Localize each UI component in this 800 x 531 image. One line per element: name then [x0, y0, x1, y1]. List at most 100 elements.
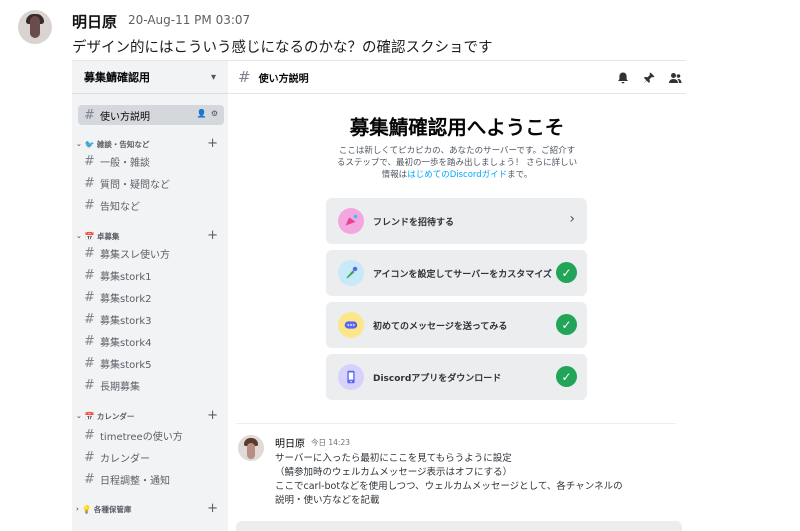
message-line: ここでcarl-botなどを使用しつつ、ウェルカムメッセージとして、各チャンネル… — [275, 481, 623, 492]
bird-icon: 🐦 — [84, 139, 95, 149]
calendar-icon: 📅 — [84, 411, 95, 421]
avatar-figure-shape — [247, 443, 255, 459]
category-header[interactable]: ⌄ 📅 卓募集 + — [76, 228, 224, 244]
server-header[interactable]: 募集鯖確認用 ▾ — [72, 61, 228, 94]
message-line: 説明・使い方などを記載 — [275, 495, 380, 506]
channel-title: 使い方説明 — [258, 73, 309, 85]
category-header[interactable]: › 💡 各種保管庫 + — [76, 501, 224, 517]
hash-icon: # — [238, 68, 251, 86]
channel-label: 募集stork5 — [100, 359, 152, 371]
channel-item[interactable]: # 一般・雑談 — [78, 151, 224, 171]
caret-down-icon: ⌄ — [76, 232, 82, 240]
add-channel-icon[interactable]: + — [207, 501, 218, 517]
add-channel-icon[interactable]: + — [207, 136, 218, 152]
outer-avatar[interactable] — [18, 10, 52, 44]
caret-right-icon: › — [76, 505, 79, 513]
add-channel-icon[interactable]: + — [207, 408, 218, 424]
hash-icon: # — [84, 311, 95, 327]
header-icons — [616, 70, 682, 84]
check-icon: ✓ — [556, 366, 577, 387]
download-app-icon — [338, 364, 364, 390]
intro-line: ここは新しくてピカピカの、あなたのサーバーです。ご紹介す — [338, 146, 576, 156]
channel-item[interactable]: # 長期募集 — [78, 375, 224, 395]
channel-item-usage[interactable]: # 使い方説明 👤 ⚙ — [78, 105, 224, 125]
channel-item[interactable]: # 募集stork1 — [78, 265, 224, 285]
welcome-title: 募集鯖確認用へようこそ — [349, 116, 565, 139]
hash-icon: # — [84, 245, 95, 261]
channel-item[interactable]: # 募集スレ使い方 — [78, 243, 224, 263]
check-icon: ✓ — [556, 262, 577, 283]
message-composer[interactable] — [236, 521, 682, 531]
channel-item[interactable]: # 募集stork5 — [78, 353, 224, 373]
category-label: 卓募集 — [96, 231, 120, 241]
customize-server-icon — [338, 260, 364, 286]
chevron-down-icon[interactable]: ▾ — [211, 72, 216, 83]
divider — [236, 423, 676, 424]
check-icon: ✓ — [556, 314, 577, 335]
card-label: フレンドを招待する — [373, 217, 455, 228]
channel-header: # 使い方説明 — [228, 61, 686, 94]
channel-item[interactable]: # 募集stork3 — [78, 309, 224, 329]
intro-line: るステップで、最初の一歩を踏み出しましょう！ さらに詳しい — [336, 158, 578, 168]
channel-label: 募集stork2 — [100, 293, 152, 305]
caret-down-icon: ⌄ — [76, 140, 82, 148]
intro-line: 情報ははじめてのDiscordガイドまで。 — [324, 169, 590, 181]
message-author[interactable]: 明日原 — [275, 435, 305, 450]
hash-icon: # — [84, 377, 95, 393]
channel-item[interactable]: # 質問・疑問など — [78, 173, 224, 193]
channel-item[interactable]: # 日程調整・通知 — [78, 469, 224, 489]
outer-message-text: デザイン的にはこういう感じになるのかな？の確認スクショです — [72, 40, 493, 56]
lightbulb-icon: 💡 — [81, 504, 92, 514]
channel-sidebar: 募集鯖確認用 ▾ # 使い方説明 👤 ⚙ ⌄ 🐦 雑談・告知など + # 一般・雑… — [72, 61, 228, 531]
channel-item[interactable]: # 募集stork2 — [78, 287, 224, 307]
discord-guide-link[interactable]: はじめてのDiscordガイド — [407, 170, 507, 180]
gear-icon[interactable]: ⚙ — [211, 109, 218, 118]
card-label: 初めてのメッセージを送ってみる — [373, 321, 508, 332]
onboarding-card-download[interactable]: Discordアプリをダウンロード ✓ — [326, 354, 587, 400]
channel-label: 質問・疑問など — [100, 179, 170, 191]
channel-item[interactable]: # timetreeの使い方 — [78, 425, 224, 445]
channel-item[interactable]: # 募集stork4 — [78, 331, 224, 351]
channel-label: 募集stork1 — [100, 271, 152, 283]
hash-icon: # — [84, 333, 95, 349]
category-header[interactable]: ⌄ 🐦 雑談・告知など + — [76, 136, 224, 152]
add-channel-icon[interactable]: + — [207, 228, 218, 244]
hash-icon: # — [84, 427, 95, 443]
category-label: 雑談・告知など — [96, 139, 150, 149]
hash-icon: # — [84, 107, 95, 123]
channel-item[interactable]: # 告知など — [78, 195, 224, 215]
hash-icon: # — [84, 197, 95, 213]
hash-icon: # — [84, 267, 95, 283]
welcome-intro: ここは新しくてピカピカの、あなたのサーバーです。ご紹介す るステップで、最初の一… — [324, 145, 590, 181]
hash-icon: # — [84, 355, 95, 371]
message-avatar[interactable] — [238, 435, 264, 461]
category-label: カレンダー — [96, 411, 135, 421]
server-name: 募集鯖確認用 — [84, 71, 150, 84]
channel-actions: 👤 ⚙ — [197, 109, 218, 118]
add-member-icon[interactable]: 👤 — [197, 109, 207, 118]
outer-timestamp: 20-Aug-11 PM 03:07 — [128, 13, 251, 27]
bell-icon[interactable] — [616, 70, 630, 84]
hash-icon: # — [84, 449, 95, 465]
member-list-icon[interactable] — [668, 70, 682, 84]
main-content: # 使い方説明 募集鯖確認用へようこそ ここは新しくてピカピカの、あなたのサーバ… — [228, 61, 686, 531]
onboarding-card-message[interactable]: 初めてのメッセージを送ってみる ✓ — [326, 302, 587, 348]
onboarding-card-customize[interactable]: アイコンを設定してサーバーをカスタマイズ ✓ — [326, 250, 587, 296]
hash-icon: # — [84, 471, 95, 487]
onboarding-card-invite[interactable]: フレンドを招待する › — [326, 198, 587, 244]
intro-prefix: 情報は — [381, 170, 408, 180]
category-header[interactable]: ⌄ 📅 カレンダー + — [76, 408, 224, 424]
intro-suffix: まで。 — [507, 170, 533, 180]
outer-author-name[interactable]: 明日原 — [72, 11, 117, 32]
category-label: 各種保管庫 — [93, 504, 132, 514]
hash-icon: # — [84, 175, 95, 191]
channel-item[interactable]: # カレンダー — [78, 447, 224, 467]
avatar-figure-shape — [30, 16, 40, 38]
hash-icon: # — [84, 289, 95, 305]
channel-label: カレンダー — [100, 453, 150, 465]
pin-icon[interactable] — [642, 70, 656, 84]
channel-label: timetreeの使い方 — [100, 431, 183, 443]
channel-label: 告知など — [100, 201, 140, 213]
channel-label: 募集stork4 — [100, 337, 152, 349]
discord-screenshot: 募集鯖確認用 ▾ # 使い方説明 👤 ⚙ ⌄ 🐦 雑談・告知など + # 一般・雑… — [72, 60, 686, 531]
